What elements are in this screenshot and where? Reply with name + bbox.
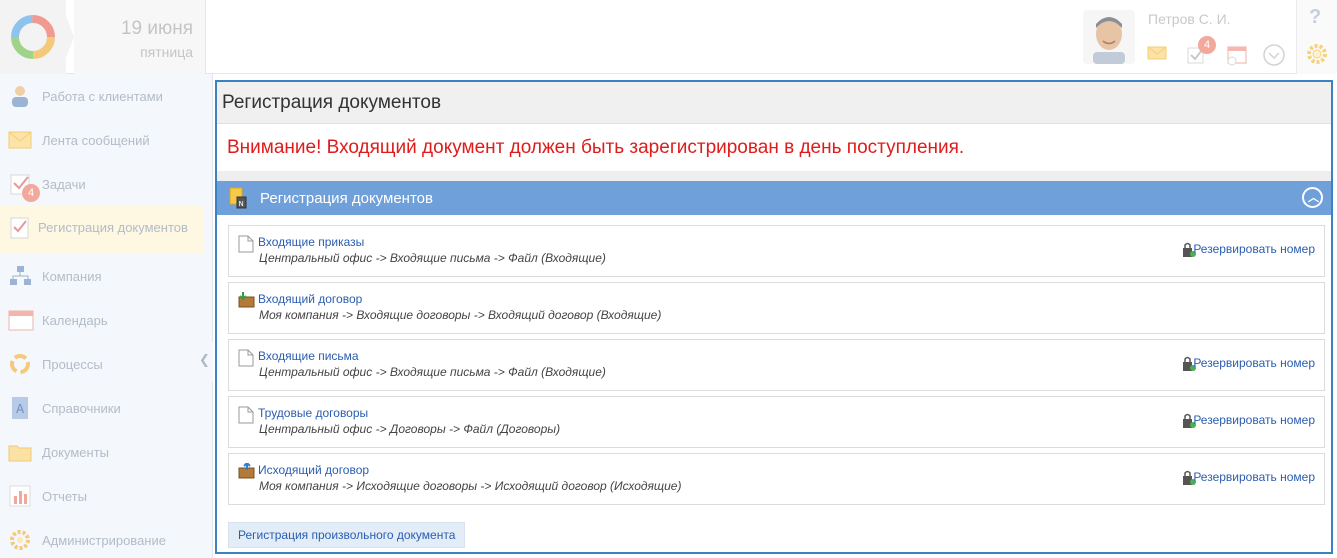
register-doc-icon: N xyxy=(229,187,247,209)
logo[interactable] xyxy=(0,0,66,74)
directories-icon: A xyxy=(12,397,28,419)
file-icon xyxy=(238,406,254,424)
sidebar-item-label: Справочники xyxy=(42,401,121,416)
reserve-number-link[interactable]: Резервировать номер xyxy=(1193,470,1315,484)
document-type-link[interactable]: Входящий договор xyxy=(258,292,362,306)
sidebar-item-label: Календарь xyxy=(42,313,108,328)
reserve-number-link[interactable]: Резервировать номер xyxy=(1193,242,1315,256)
collapse-section-button[interactable]: ︿ xyxy=(1302,187,1323,208)
warning-message: Внимание! Входящий документ должен быть … xyxy=(227,137,965,158)
top-header: 19 июня пятница Петров С. И. 4 ? xyxy=(0,0,1337,74)
outgoing-contract-icon xyxy=(238,463,255,479)
app-root: 19 июня пятница Петров С. И. 4 ? Работа … xyxy=(0,0,1337,558)
reports-icon xyxy=(9,485,31,507)
sidebar-item-label: Процессы xyxy=(42,357,103,372)
list-item: Входящие письма Центральный офис -> Вход… xyxy=(228,339,1325,391)
sidebar-item-registration[interactable]: Регистрация документов xyxy=(0,206,203,254)
mail-icon[interactable] xyxy=(1147,45,1167,61)
registration-panel: Регистрация документов Внимание! Входящи… xyxy=(215,80,1333,554)
sidebar-item-company[interactable]: Компания xyxy=(0,254,203,298)
reserve-number-link[interactable]: Резервировать номер xyxy=(1193,413,1315,427)
register-arbitrary-document-button[interactable]: Регистрация произвольного документа xyxy=(228,522,466,548)
sidebar-collapse-toggle[interactable]: ❮ xyxy=(197,342,213,382)
document-path: Центральный офис -> Договоры -> Файл (До… xyxy=(259,422,561,436)
document-type-link[interactable]: Входящие приказы xyxy=(258,235,364,249)
registration-icon xyxy=(10,217,29,239)
calendar-icon[interactable] xyxy=(1226,44,1248,66)
sidebar-item-label: Отчеты xyxy=(42,489,87,504)
sidebar-item-documents[interactable]: Документы xyxy=(0,430,203,474)
messages-icon xyxy=(8,131,32,149)
help-icon[interactable]: ? xyxy=(1309,6,1321,29)
sidebar-item-directories[interactable]: A Справочники xyxy=(0,386,203,430)
svg-text:N: N xyxy=(239,200,244,208)
admin-icon xyxy=(10,530,30,550)
panel-header: Регистрация документов xyxy=(217,82,1331,124)
list-item: Входящие приказы Центральный офис -> Вхо… xyxy=(228,225,1325,277)
processes-icon xyxy=(10,354,30,374)
sidebar-item-label: Работа с клиентами xyxy=(42,89,163,104)
document-path: Моя компания -> Входящие договоры -> Вхо… xyxy=(259,308,662,322)
sidebar: Работа с клиентами Лента сообщений 4 Зад… xyxy=(0,74,213,558)
incoming-contract-icon xyxy=(238,292,255,308)
help-column: ? xyxy=(1296,0,1337,74)
document-path: Моя компания -> Исходящие договоры -> Ис… xyxy=(259,479,682,493)
logo-icon xyxy=(11,15,55,59)
calendar-nav-icon xyxy=(8,310,34,331)
sidebar-item-calendar[interactable]: Календарь xyxy=(0,298,203,342)
sidebar-item-reports[interactable]: Отчеты xyxy=(0,474,203,518)
avatar-icon xyxy=(1083,10,1135,64)
document-type-link[interactable]: Входящие письма xyxy=(258,349,359,363)
sidebar-item-messages[interactable]: Лента сообщений xyxy=(0,118,203,162)
clients-icon xyxy=(12,86,28,107)
svg-text:A: A xyxy=(16,402,25,416)
chevron-left-icon: ❮ xyxy=(199,352,210,367)
sidebar-item-admin[interactable]: Администрирование xyxy=(0,518,203,558)
document-path: Центральный офис -> Входящие письма -> Ф… xyxy=(259,365,606,379)
list-item: Входящий договор Моя компания -> Входящи… xyxy=(228,282,1325,334)
section-header[interactable]: N Регистрация документов ︿ xyxy=(217,181,1331,215)
chevron-down-icon[interactable] xyxy=(1262,43,1286,67)
section-title: Регистрация документов xyxy=(260,190,433,207)
avatar[interactable] xyxy=(1083,10,1135,64)
company-icon xyxy=(10,266,31,285)
chevron-up-icon: ︿ xyxy=(1308,192,1319,204)
sidebar-item-processes[interactable]: Процессы xyxy=(0,342,203,386)
tasks-nav-badge: 4 xyxy=(22,184,40,202)
file-icon xyxy=(238,349,254,367)
list-item: Трудовые договоры Центральный офис -> До… xyxy=(228,396,1325,448)
folder-icon xyxy=(8,445,32,462)
sidebar-item-label: Задачи xyxy=(42,177,86,192)
logo-arrow xyxy=(60,0,74,74)
sidebar-item-label: Администрирование xyxy=(42,533,166,548)
sidebar-item-clients[interactable]: Работа с клиентами xyxy=(0,74,203,118)
list-item: Исходящий договор Моя компания -> Исходя… xyxy=(228,453,1325,505)
page-title: Регистрация документов xyxy=(222,92,442,113)
document-type-link[interactable]: Трудовые договоры xyxy=(258,406,368,420)
file-icon xyxy=(238,235,254,253)
tasks-badge: 4 xyxy=(1198,36,1216,54)
document-path: Центральный офис -> Входящие письма -> Ф… xyxy=(259,251,606,265)
sidebar-item-tasks[interactable]: 4 Задачи xyxy=(0,162,203,206)
date-widget: 19 июня пятница xyxy=(74,0,206,74)
document-type-link[interactable]: Исходящий договор xyxy=(258,463,369,477)
divider xyxy=(217,171,1331,181)
sidebar-item-label: Компания xyxy=(42,269,102,284)
sidebar-item-label: Регистрация документов xyxy=(38,220,188,235)
sidebar-item-label: Документы xyxy=(42,445,110,460)
sidebar-item-label: Лента сообщений xyxy=(42,133,150,148)
user-name[interactable]: Петров С. И. xyxy=(1148,11,1231,27)
gear-icon[interactable] xyxy=(1305,42,1329,66)
reserve-number-link[interactable]: Резервировать номер xyxy=(1193,356,1315,370)
date-weekday: пятница xyxy=(140,44,193,60)
date-day: 19 июня xyxy=(120,18,193,39)
